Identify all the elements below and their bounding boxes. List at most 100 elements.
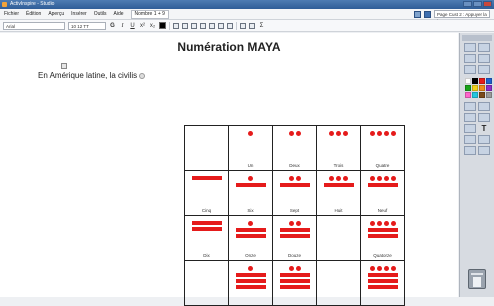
superscript-button[interactable]: x²	[139, 22, 146, 30]
menu-insert[interactable]: Insérer	[71, 9, 87, 19]
table-cell[interactable]: Trois	[316, 125, 361, 171]
screen-icon[interactable]	[478, 54, 490, 63]
intro-text[interactable]: En Amérique latine, la civilis	[38, 71, 146, 80]
table-cell[interactable]	[316, 260, 361, 306]
table-cell[interactable]	[360, 260, 405, 306]
table-cell[interactable]: Un	[228, 125, 273, 171]
outdent-icon[interactable]	[218, 22, 224, 29]
table-cell[interactable]	[184, 125, 229, 171]
menu-help[interactable]: Aide	[114, 9, 124, 19]
color-swatch[interactable]	[472, 78, 478, 84]
shape-icon[interactable]	[464, 135, 476, 144]
indent-icon[interactable]	[209, 22, 215, 29]
table-cell[interactable]	[316, 215, 361, 261]
pointer-icon[interactable]	[464, 102, 476, 111]
page-selector[interactable]: Page Cust 2 : Appuyer la langue	[434, 10, 490, 24]
page-icon[interactable]	[424, 10, 431, 18]
table-cell[interactable]: Six	[228, 170, 273, 216]
pen-icon[interactable]	[478, 102, 490, 111]
trash-icon[interactable]	[468, 269, 486, 289]
bold-button[interactable]: G	[109, 22, 116, 30]
color-swatch[interactable]	[479, 85, 485, 91]
maya-dots	[248, 131, 253, 136]
font-select[interactable]: Arial	[3, 21, 65, 30]
browser-icon[interactable]	[464, 43, 476, 52]
table-cell[interactable]: Huit	[316, 170, 361, 216]
color-swatch[interactable]	[486, 92, 492, 98]
color-swatch[interactable]	[479, 92, 485, 98]
maya-dots	[288, 221, 301, 226]
maya-dot	[248, 266, 253, 271]
bullet-list-icon[interactable]	[227, 22, 233, 29]
justify-icon[interactable]	[200, 22, 206, 29]
eraser-icon[interactable]	[478, 113, 490, 122]
highlighter-icon[interactable]	[464, 113, 476, 122]
table-cell[interactable]: Onze	[228, 215, 273, 261]
previous-page-icon[interactable]	[478, 65, 490, 74]
table-cell[interactable]: Sept	[272, 170, 317, 216]
text-icon[interactable]: T	[478, 124, 490, 133]
maya-dot	[383, 266, 389, 271]
table-cell[interactable]: Deux	[272, 125, 317, 171]
maya-dot	[288, 221, 294, 226]
next-page-icon[interactable]	[464, 65, 476, 74]
menu-view[interactable]: Aperçu	[48, 9, 64, 19]
connector-icon[interactable]	[478, 135, 490, 144]
table-cell[interactable]: Dix	[184, 215, 229, 261]
color-swatch[interactable]	[465, 92, 471, 98]
table-cell[interactable]: Quatre	[360, 125, 405, 171]
menu-tools[interactable]: Outils	[94, 9, 107, 19]
maya-glyph	[317, 131, 360, 136]
table-cell[interactable]: Quatorze	[360, 215, 405, 261]
maya-bar	[235, 273, 266, 277]
maya-bar	[279, 234, 310, 238]
maya-dot	[369, 131, 375, 136]
text-color-swatch[interactable]	[159, 22, 166, 29]
maya-dot	[336, 131, 341, 136]
expand-text-icon[interactable]	[139, 72, 146, 79]
subscript-button[interactable]: x₂	[149, 22, 156, 30]
maya-glyph	[273, 131, 316, 136]
font-size-select[interactable]: 10 12 TT	[68, 21, 106, 30]
table-cell[interactable]: Douze	[272, 215, 317, 261]
align-right-icon[interactable]	[191, 22, 197, 29]
color-swatch[interactable]	[486, 78, 492, 84]
color-swatch[interactable]	[472, 85, 478, 91]
underline-button[interactable]: U	[129, 22, 136, 30]
object-handle-icon[interactable]	[61, 63, 67, 69]
intro-text-content: En Amérique latine, la civilis	[38, 71, 138, 80]
color-swatch[interactable]	[472, 92, 478, 98]
zoom-icon[interactable]	[464, 146, 476, 155]
color-swatch[interactable]	[486, 85, 492, 91]
align-center-icon[interactable]	[182, 22, 188, 29]
menu-edit[interactable]: Édition	[26, 9, 41, 19]
menu-file[interactable]: Fichier	[4, 9, 19, 19]
table-cell[interactable]	[184, 260, 229, 306]
table-row	[184, 260, 405, 306]
table-cell[interactable]	[228, 260, 273, 306]
table-cell[interactable]: Neuf	[360, 170, 405, 216]
maya-dot	[295, 176, 301, 181]
color-swatch[interactable]	[465, 85, 471, 91]
camera-icon[interactable]	[464, 54, 476, 63]
undo-icon[interactable]	[478, 146, 490, 155]
maya-number-label: Un	[247, 163, 254, 168]
color-swatch[interactable]	[479, 78, 485, 84]
minimize-button[interactable]	[463, 1, 472, 7]
symbol-icon[interactable]	[249, 22, 255, 29]
tools-icon[interactable]	[478, 43, 490, 52]
maximize-button[interactable]	[473, 1, 482, 7]
flipchart-canvas[interactable]: Numération MAYA En Amérique latine, la c…	[0, 33, 458, 306]
table-icon[interactable]	[240, 22, 246, 29]
sigma-icon[interactable]: Σ	[258, 22, 265, 30]
close-button[interactable]	[483, 1, 492, 7]
document-tab[interactable]: Nombre 1 + 9	[130, 10, 169, 19]
align-left-icon[interactable]	[173, 22, 179, 29]
color-swatch[interactable]	[465, 78, 471, 84]
table-cell[interactable]: Cinq	[184, 170, 229, 216]
grid-icon[interactable]	[414, 10, 421, 18]
toolbar-separator	[236, 21, 237, 30]
fill-icon[interactable]	[464, 124, 476, 133]
table-cell[interactable]	[272, 260, 317, 306]
italic-button[interactable]: I	[119, 22, 126, 30]
